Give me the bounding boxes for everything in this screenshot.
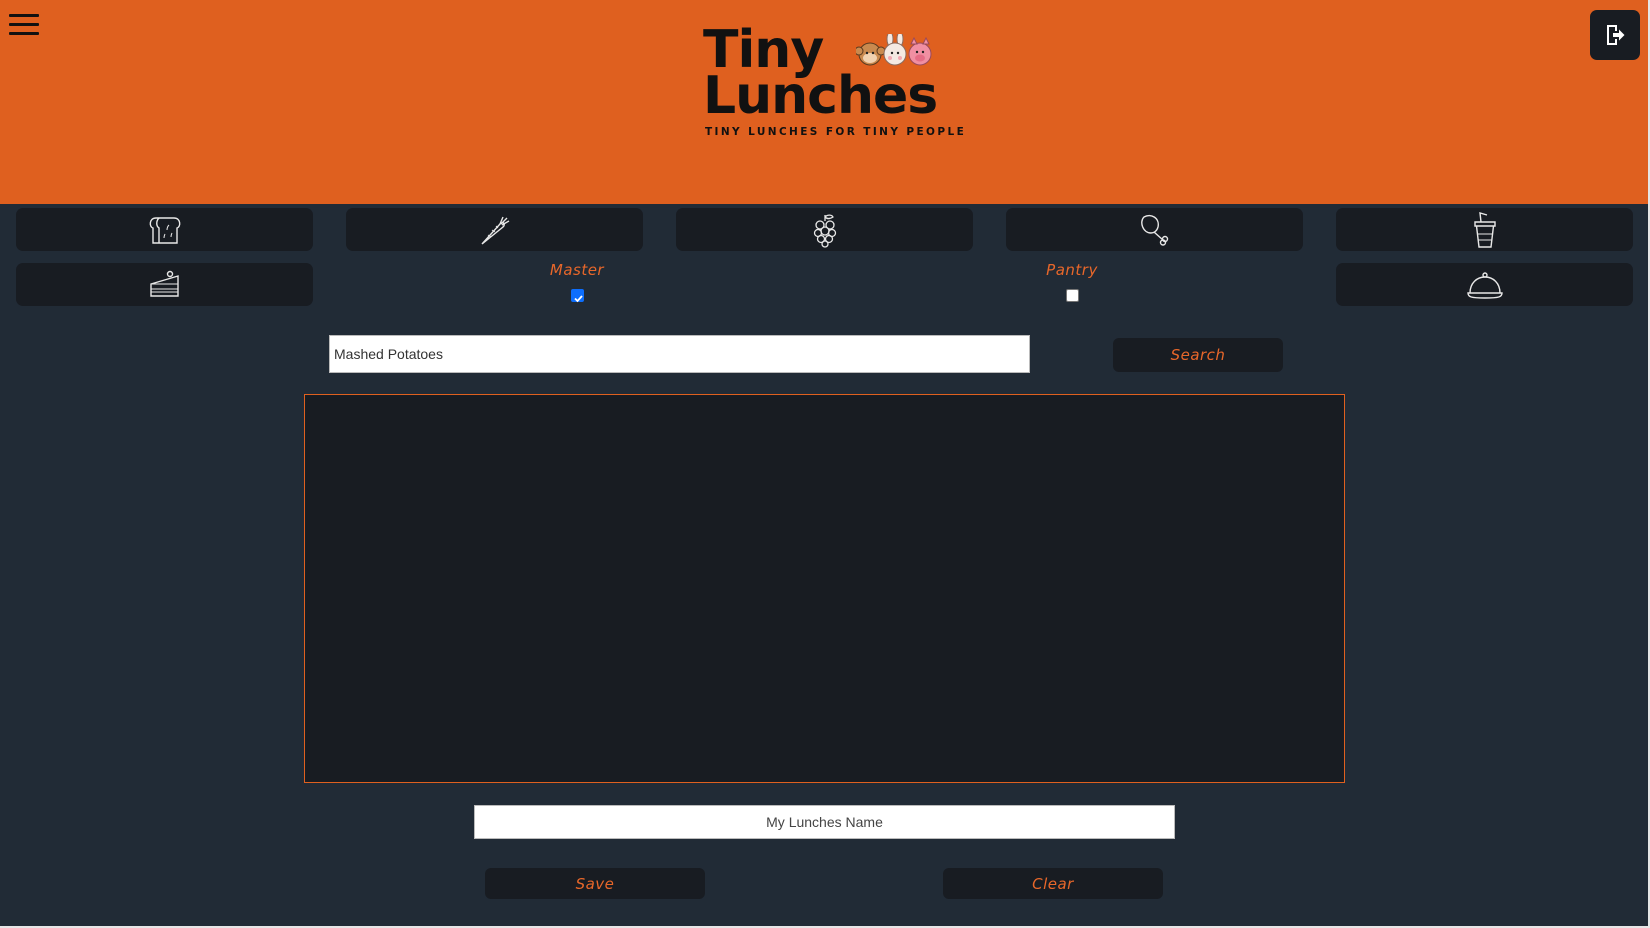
grapes-icon <box>813 213 836 248</box>
logo-tagline: TINY LUNCHES FOR TINY PEOPLE <box>705 126 967 138</box>
save-button[interactable]: Save <box>485 868 705 899</box>
hamburger-menu-icon[interactable] <box>7 10 41 40</box>
category-desserts-button[interactable] <box>16 263 313 306</box>
logout-button[interactable] <box>1590 10 1640 60</box>
results-panel <box>304 394 1345 783</box>
pantry-checkbox[interactable] <box>1065 289 1079 302</box>
category-protein-button[interactable] <box>1006 208 1303 251</box>
carrot-icon <box>480 216 509 245</box>
category-drinks-button[interactable] <box>1336 208 1633 251</box>
pantry-label: Pantry <box>1046 261 1098 279</box>
category-meals-button[interactable] <box>1336 263 1633 306</box>
filter-master: Master <box>507 261 647 303</box>
category-bread-button[interactable] <box>16 208 313 251</box>
master-label: Master <box>549 261 605 279</box>
drink-cup-icon <box>1473 211 1496 248</box>
logo: Tiny Lunches TINY LUNCHES FOR TINY PEOPL… <box>703 20 964 140</box>
category-vegetables-button[interactable] <box>346 208 643 251</box>
category-fruits-button[interactable] <box>676 208 973 251</box>
logout-icon <box>1607 25 1625 45</box>
logo-title-line2: Lunches <box>703 66 938 126</box>
lunch-name-input[interactable]: My Lunches Name <box>474 805 1175 839</box>
cake-slice-icon <box>149 270 179 297</box>
serving-cloche-icon <box>1466 271 1503 299</box>
bread-icon <box>149 216 180 244</box>
header: Tiny Lunches TINY LUNCHES FOR TINY PEOPL… <box>0 0 1650 204</box>
search-button[interactable]: Search <box>1113 338 1283 372</box>
clear-button[interactable]: Clear <box>943 868 1163 899</box>
animal-mascots-icon <box>856 34 932 66</box>
search-input[interactable]: Mashed Potatoes <box>329 335 1030 373</box>
master-checkbox[interactable] <box>570 289 584 303</box>
drumstick-icon <box>1140 214 1168 246</box>
app-page: Tiny Lunches TINY LUNCHES FOR TINY PEOPL… <box>0 0 1650 928</box>
filter-pantry: Pantry <box>1002 261 1142 302</box>
